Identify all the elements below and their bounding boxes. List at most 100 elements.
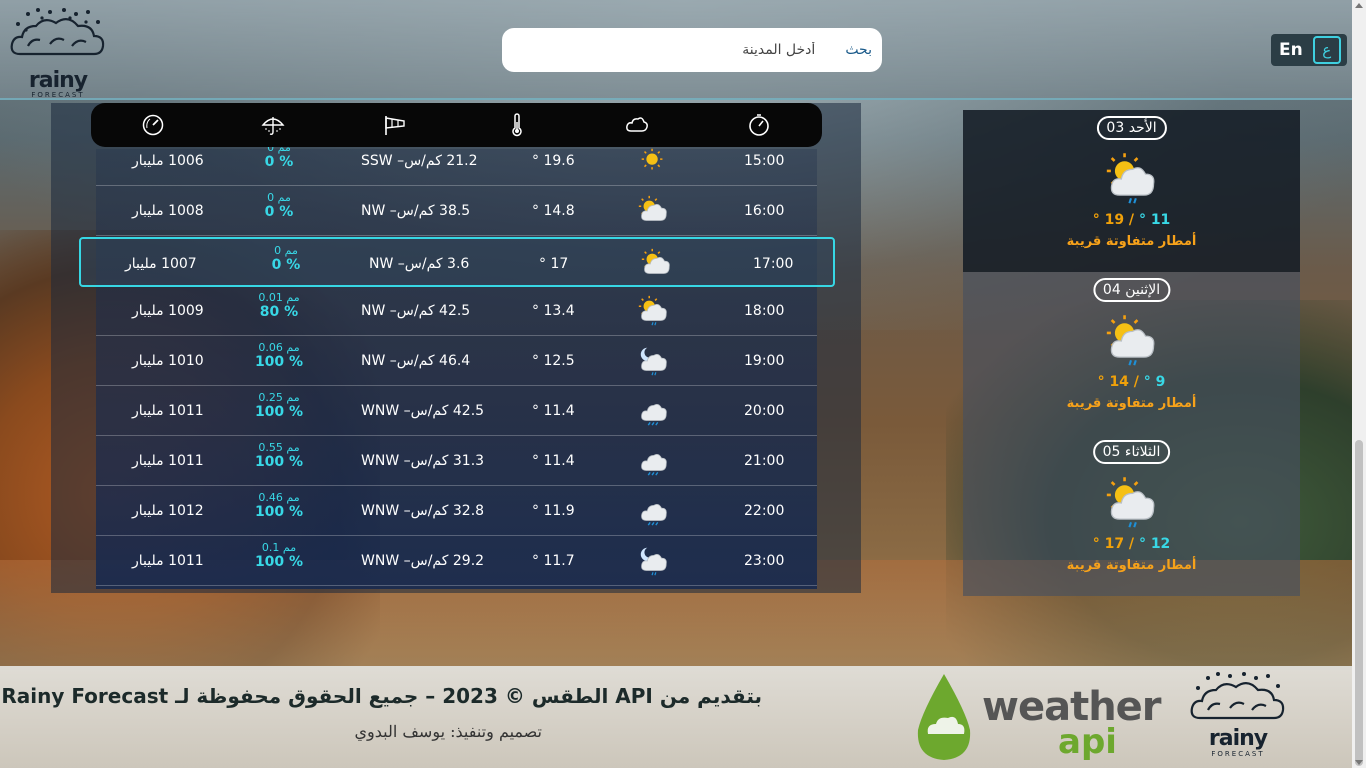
hour-pressure: 1009 مليبار	[132, 303, 204, 319]
site-header: rainy FORECAST بحث En ع	[0, 0, 1352, 100]
weatherapi-api: api	[1058, 722, 1117, 762]
hour-pressure: 1011 مليبار	[132, 403, 204, 419]
search-button[interactable]: بحث	[845, 42, 872, 58]
cloud-rain-icon	[636, 494, 670, 528]
day-condition: أمطار متفاوتة قريبة	[1066, 558, 1197, 573]
moon-rain-icon	[636, 344, 670, 378]
cloud-icon	[626, 117, 648, 132]
moon-rain-icon	[636, 544, 670, 578]
hour-precipitation: 0 مم 0 %	[244, 141, 314, 191]
day-high: 19 °	[1092, 212, 1125, 228]
precip-chance: 100 %	[254, 454, 304, 470]
day-temperature-range: 9 ° / 14 °	[1097, 374, 1166, 390]
hour-pressure: 1008 مليبار	[132, 203, 204, 219]
day-label: الإثنين 04	[1092, 278, 1171, 302]
city-search-input[interactable]	[565, 42, 816, 58]
hour-temperature: 11.4 °	[532, 403, 575, 419]
hour-time: 16:00	[744, 203, 785, 219]
precip-chance: 0 %	[264, 154, 294, 170]
hourly-row[interactable]: 16:00 14.8 ° 38.5 كم/س– NW 0 مم 0 % 1008 مليب…	[96, 186, 817, 236]
precip-chance: 80 %	[259, 304, 299, 320]
cloud-rain-icon	[636, 444, 670, 478]
day-temperature-range: 12 ° / 17 °	[1092, 536, 1171, 552]
hour-wind: 38.5 كم/س– NW	[361, 203, 471, 219]
precip-chance: 100 %	[254, 354, 304, 370]
hourly-row[interactable]: 20:00 11.4 ° 42.5 كم/س– WNW 0.25 مم 100 % 101…	[96, 386, 817, 436]
weatherapi-logo[interactable]: weather api	[912, 672, 1162, 764]
hourly-row[interactable]: 23:00 11.7 ° 29.2 كم/س– WNW 0.1 مم 100 % 1011…	[96, 536, 817, 586]
hour-wind: 32.8 كم/س– WNW	[361, 503, 485, 519]
hour-wind: 46.4 كم/س– NW	[361, 353, 471, 369]
logo-word: rainy	[1208, 726, 1268, 751]
hour-precipitation: 0.01 مم 80 %	[244, 291, 314, 341]
precip-mm: 0.01 مم	[258, 291, 300, 304]
hour-time: 22:00	[744, 503, 785, 519]
hour-pressure: 1011 مليبار	[132, 553, 204, 569]
umbrella-icon	[261, 117, 285, 135]
hour-precipitation: 0.06 مم 100 %	[244, 341, 314, 391]
scroll-up-arrow-icon[interactable]	[1355, 3, 1363, 8]
site-footer: بتقديم من API الطقس © 2023 – جميع الحقوق…	[0, 666, 1352, 768]
daily-card[interactable]: الثلاثاء 05 12 ° / 17 ° أمطار متفاوتة قريب…	[963, 434, 1300, 596]
gauge-icon	[142, 114, 164, 136]
hourly-row[interactable]: 22:00 11.9 ° 32.8 كم/س– WNW 0.46 مم 100 % 101…	[96, 486, 817, 536]
hourly-row[interactable]: 21:00 11.4 ° 31.3 كم/س– WNW 0.55 مم 100 % 101…	[96, 436, 817, 486]
hourly-row-current[interactable]: 17:00 17 ° 3.6 كم/س– NW 0 مم 0 % 1007 مليبار	[79, 237, 835, 287]
precip-chance: 0 %	[264, 204, 294, 220]
precip-mm: 0.06 مم	[258, 341, 300, 354]
day-label: الأحد 03	[1096, 116, 1167, 140]
daily-card[interactable]: الأحد 03 11 ° / 19 ° أمطار متفاوتة قريبة	[963, 110, 1300, 272]
day-condition: أمطار متفاوتة قريبة	[1066, 396, 1197, 411]
search-bar: بحث	[502, 28, 882, 72]
hour-temperature: 11.4 °	[532, 453, 575, 469]
hour-wind: 3.6 كم/س– NW	[369, 256, 470, 272]
hour-temperature: 11.7 °	[532, 553, 575, 569]
hour-time: 21:00	[744, 453, 785, 469]
precip-mm: 0 مم	[267, 191, 291, 204]
hour-wind: 42.5 كم/س– WNW	[361, 403, 485, 419]
logo-sub: FORECAST	[31, 91, 85, 99]
lang-ar-button[interactable]: ع	[1312, 36, 1341, 64]
footer-rainy-logo[interactable]: rainy FORECAST	[1186, 670, 1290, 764]
daily-card[interactable]: الإثنين 04 9 ° / 14 ° أمطار متفاوتة قريبة	[963, 272, 1300, 434]
hour-precipitation: 0.46 مم 100 %	[244, 491, 314, 541]
precip-mm: 0.46 مم	[258, 491, 300, 504]
day-temperature-range: 11 ° / 19 °	[1092, 212, 1171, 228]
time-icon	[749, 114, 769, 136]
day-low: 11 °	[1138, 212, 1171, 228]
hourly-column-header	[91, 103, 822, 147]
partly-cloudy-icon	[636, 194, 670, 228]
hour-temperature: 12.5 °	[532, 353, 575, 369]
sunny-icon	[636, 144, 670, 178]
precip-mm: 0.55 مم	[258, 441, 300, 454]
precip-mm: 0.1 مم	[261, 541, 297, 554]
hour-time: 20:00	[744, 403, 785, 419]
windsock-icon	[385, 116, 405, 135]
scrollbar-thumb[interactable]	[1355, 440, 1363, 766]
weatherapi-drop-icon	[917, 674, 971, 760]
hour-time: 23:00	[744, 553, 785, 569]
sun-cloud-rain-icon	[1101, 150, 1161, 208]
day-low: 12 °	[1138, 536, 1171, 552]
hourly-row[interactable]: 18:00 13.4 ° 42.5 كم/س– NW 0.01 مم 80 % 1009 …	[96, 286, 817, 336]
hourly-forecast-panel: 15:00 19.6 ° 21.2 كم/س– SSW 0 مم 0 % 1006 ملي…	[51, 103, 861, 593]
hour-time: 18:00	[744, 303, 785, 319]
sun-cloud-rain-icon	[1101, 312, 1161, 370]
hour-temperature: 17 °	[539, 256, 569, 272]
hour-wind: 42.5 كم/س– NW	[361, 303, 471, 319]
page-scrollbar[interactable]	[1352, 0, 1366, 768]
daily-forecast-panel: الأحد 03 11 ° / 19 ° أمطار متفاوتة قريبة ال…	[963, 110, 1300, 597]
hourly-row[interactable]: 19:00 12.5 ° 46.4 كم/س– NW 0.06 مم 100 % 1010…	[96, 336, 817, 386]
hour-precipitation: 0.55 مم 100 %	[244, 441, 314, 491]
language-switcher: En ع	[1271, 34, 1347, 66]
rain-cloud-logo-icon	[1190, 672, 1285, 720]
scroll-down-arrow-icon[interactable]	[1355, 760, 1363, 765]
hour-precipitation: 0.25 مم 100 %	[244, 391, 314, 441]
hour-pressure: 1010 مليبار	[132, 353, 204, 369]
hour-temperature: 13.4 °	[532, 303, 575, 319]
hour-time: 19:00	[744, 353, 785, 369]
hour-time: 17:00	[753, 256, 794, 272]
rainy-logo[interactable]: rainy FORECAST	[6, 6, 110, 99]
lang-en-button[interactable]: En	[1279, 40, 1303, 60]
sun-rain-icon	[636, 294, 670, 328]
